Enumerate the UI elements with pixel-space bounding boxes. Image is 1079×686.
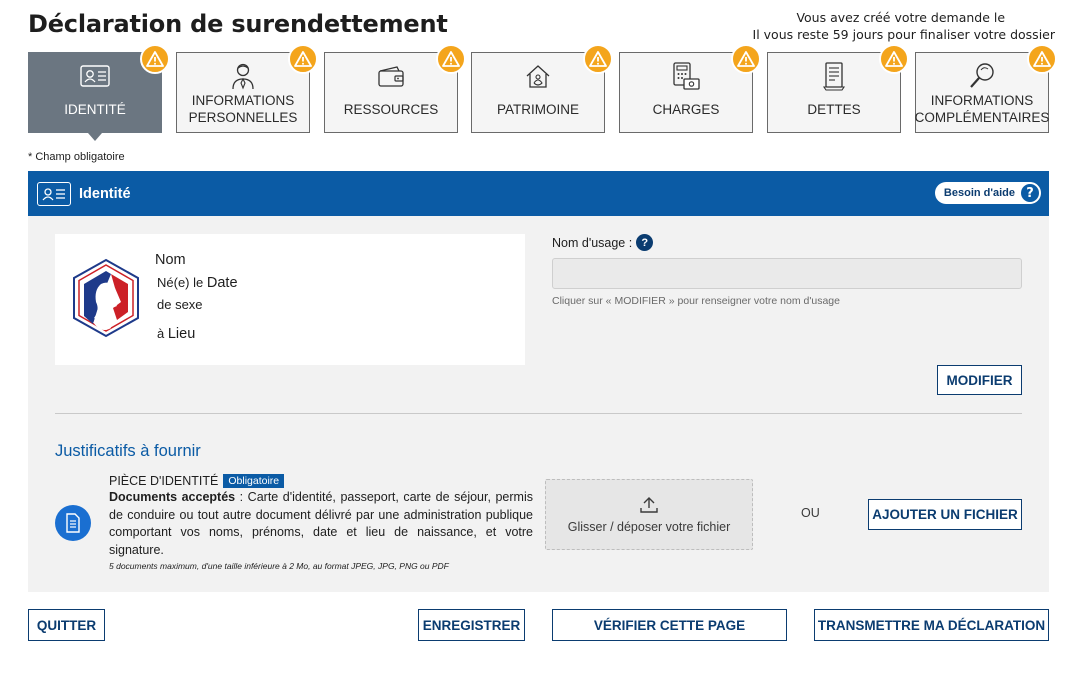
tab-label-line1: INFORMATIONS — [930, 93, 1034, 108]
usage-name-field[interactable] — [552, 258, 1022, 289]
tab-label: PATRIMOINE — [496, 102, 579, 117]
question-icon[interactable]: ? — [636, 234, 654, 251]
tab-label: DETTES — [807, 102, 861, 117]
help-label: Besoin d'aide — [943, 187, 1015, 199]
tab-informations-personnelles[interactable]: INFORMATIONS PERSONNELLES — [176, 44, 318, 133]
quit-button[interactable]: QUITTER — [28, 609, 105, 641]
add-file-button[interactable]: AJOUTER UN FICHIER — [868, 499, 1022, 530]
tab-identite[interactable]: IDENTITÉ — [28, 44, 170, 133]
tab-ressources[interactable]: RESSOURCES — [324, 44, 466, 133]
active-tab-pointer — [88, 133, 102, 141]
tab-patrimoine[interactable]: PATRIMOINE — [471, 44, 613, 133]
help-button[interactable]: Besoin d'aide ? — [934, 182, 1041, 204]
upload-limits: 5 documents maximum, d'une taille inféri… — [109, 561, 449, 571]
warning-icon — [140, 44, 170, 74]
save-button[interactable]: ENREGISTRER — [418, 609, 525, 641]
tab-label: RESSOURCES — [343, 102, 439, 117]
deadline-notice: Vous avez créé votre demande le Il vous … — [753, 9, 1055, 43]
justificatifs-title: Justificatifs à fournir — [55, 442, 201, 460]
accepted-documents: Documents acceptés : Carte d'identité, p… — [109, 489, 533, 559]
identity-panel: Nom Né(e) le Date de sexe à Lieu Nom d'u… — [28, 216, 1049, 592]
question-icon: ? — [1019, 182, 1041, 204]
identity-place: à Lieu — [157, 326, 195, 342]
divider — [55, 413, 1022, 414]
warning-icon — [436, 44, 466, 74]
tab-label-line1: INFORMATIONS — [191, 93, 295, 108]
section-header: Identité Besoin d'aide ? — [28, 171, 1049, 216]
warning-icon — [879, 44, 909, 74]
usage-name-hint: Cliquer sur « MODIFIER » pour renseigner… — [552, 295, 840, 307]
identity-sex: de sexe — [157, 297, 203, 312]
identity-birth: Né(e) le Date — [157, 275, 238, 291]
or-label: OU — [801, 506, 820, 520]
identity-card: Nom Né(e) le Date de sexe à Lieu — [55, 234, 525, 365]
piece-identite-block: PIÈCE D'IDENTITÉ Obligatoire Documents a… — [109, 474, 533, 571]
required-field-note: * Champ obligatoire — [28, 151, 125, 163]
modify-button[interactable]: MODIFIER — [937, 365, 1022, 395]
calculator-icon — [671, 62, 701, 90]
section-title: Identité — [79, 185, 131, 202]
page-title: Déclaration de surendettement — [28, 10, 448, 38]
document-icon — [55, 505, 91, 541]
identity-name: Nom — [155, 252, 186, 268]
warning-icon — [731, 44, 761, 74]
person-icon — [228, 62, 258, 90]
warning-icon — [1027, 44, 1057, 74]
tab-charges[interactable]: CHARGES — [619, 44, 761, 133]
tab-informations-complementaires[interactable]: INFORMATIONS COMPLÉMENTAIRES — [915, 44, 1057, 133]
warning-icon — [583, 44, 613, 74]
upload-icon — [640, 496, 658, 513]
id-card-icon — [37, 181, 71, 206]
bill-icon — [819, 62, 849, 91]
place-prefix: à — [157, 326, 165, 341]
tab-dettes[interactable]: DETTES — [767, 44, 909, 133]
warning-icon — [288, 44, 318, 74]
piece-title: PIÈCE D'IDENTITÉ Obligatoire — [109, 474, 533, 488]
step-tabs: IDENTITÉ INFORMATIONS PERSONNELLES RESSOU… — [28, 44, 1057, 133]
wallet-icon — [376, 62, 406, 90]
dropzone-label: Glisser / déposer votre fichier — [567, 519, 731, 534]
file-dropzone[interactable]: Glisser / déposer votre fichier — [545, 479, 753, 550]
marianne-logo — [73, 258, 139, 338]
tab-label-line2: PERSONNELLES — [188, 110, 298, 125]
tab-label: INFORMATIONS PERSONNELLES — [189, 92, 298, 126]
magnifier-icon — [967, 62, 997, 90]
usage-name-label: Nom d'usage : ? — [552, 234, 654, 251]
deadline-remaining-text: Il vous reste 59 jours pour finaliser vo… — [752, 27, 1055, 42]
deadline-created-text: Vous avez créé votre demande le — [796, 10, 1006, 25]
identity-birth-place: Lieu — [167, 326, 196, 342]
required-badge: Obligatoire — [223, 474, 285, 488]
verify-page-button[interactable]: VÉRIFIER CETTE PAGE — [552, 609, 787, 641]
tab-label: INFORMATIONS COMPLÉMENTAIRES — [915, 92, 1050, 126]
submit-declaration-button[interactable]: TRANSMETTRE MA DÉCLARATION — [814, 609, 1049, 641]
id-card-icon — [80, 62, 110, 90]
born-prefix: Né(e) le — [157, 275, 204, 290]
usage-label-text: Nom d'usage : — [552, 235, 633, 250]
house-icon — [523, 62, 553, 90]
tab-label-line2: COMPLÉMENTAIRES — [914, 110, 1050, 125]
identity-birth-date: Date — [206, 275, 238, 291]
accepted-label: Documents acceptés — [109, 490, 236, 504]
piece-title-text: PIÈCE D'IDENTITÉ — [109, 474, 219, 488]
tab-label: IDENTITÉ — [64, 102, 126, 117]
tab-label: CHARGES — [652, 102, 720, 117]
